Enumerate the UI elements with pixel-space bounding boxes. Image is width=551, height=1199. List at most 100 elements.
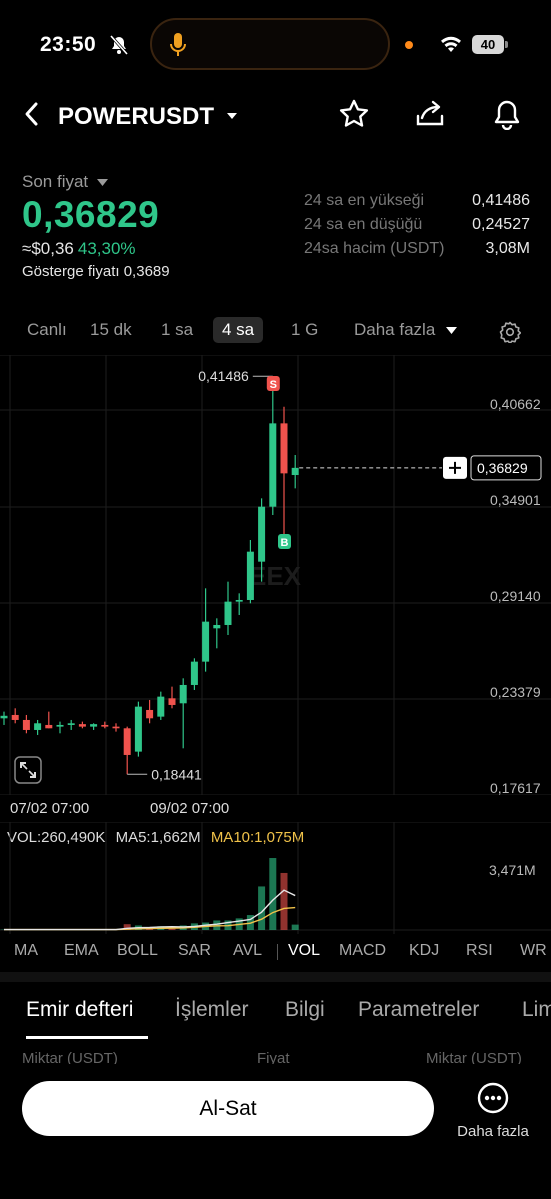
- candle: [146, 699, 154, 724]
- indicator-bar: MA EMA BOLL SAR AVL VOL MACD KDJ RSI WR: [0, 938, 551, 966]
- symbol-selector[interactable]: POWERUSDT: [58, 103, 214, 131]
- notification-bell-icon[interactable]: [492, 98, 522, 130]
- stat-value: 3,08M: [485, 240, 530, 257]
- candle: [112, 723, 120, 732]
- interval-more[interactable]: Daha fazla: [354, 320, 458, 340]
- back-arrow-icon[interactable]: [22, 100, 42, 128]
- y-tick-label: 0,23379: [490, 684, 541, 700]
- x-tick-label: 07/02 07:00: [10, 800, 90, 817]
- volume-max-label: 3,471M: [489, 862, 536, 878]
- candle-body: [146, 709, 154, 719]
- last-price-label: Son fiyat: [22, 172, 89, 191]
- indicator-sar[interactable]: SAR: [178, 942, 211, 960]
- indicator-kdj[interactable]: KDJ: [409, 942, 439, 960]
- interval-bar: Canlı 15 dk 1 sa 4 sa 1 G Daha fazla: [0, 317, 551, 348]
- more-button[interactable]: Daha fazla: [454, 1082, 532, 1140]
- trade-button[interactable]: Al-Sat: [22, 1081, 434, 1136]
- usd-price: ≈$0,36: [22, 239, 74, 258]
- candle-body: [202, 621, 210, 662]
- price-summary: Son fiyat 0,36829 ≈$0,36 43,30% Gösterge …: [22, 172, 170, 280]
- dynamic-island: [150, 18, 390, 70]
- volume-bar: [258, 886, 266, 930]
- candle-body: [269, 423, 277, 507]
- indicator-macd[interactable]: MACD: [339, 942, 386, 960]
- volume-chart: 3,471M: [0, 822, 551, 934]
- interval-1h[interactable]: 1 sa: [161, 320, 193, 340]
- stat-low: 24 sa en düşüğü 0,24527: [304, 216, 530, 240]
- indicator-rsi[interactable]: RSI: [466, 942, 493, 960]
- stat-label: 24 sa en düşüğü: [304, 216, 423, 233]
- stats-24h: 24 sa en yükseği 0,41486 24 sa en düşüğü 0…: [304, 192, 530, 264]
- high-price-label: 0,41486: [198, 368, 249, 384]
- candle-body: [224, 601, 232, 625]
- interval-15m[interactable]: 15 dk: [90, 320, 132, 340]
- candle-body: [45, 724, 53, 729]
- tab-order-book[interactable]: Emir defteri: [26, 998, 133, 1022]
- indicator-boll[interactable]: BOLL: [117, 942, 158, 960]
- candle-body: [90, 724, 98, 727]
- usd-price-row: ≈$0,36 43,30%: [22, 239, 170, 259]
- indicator-vol[interactable]: VOL: [288, 942, 320, 960]
- candle: [134, 701, 142, 757]
- index-price-value: 0,3689: [123, 263, 170, 280]
- candle-body: [291, 467, 299, 476]
- caret-down-icon[interactable]: [96, 179, 108, 187]
- last-price-selector[interactable]: Son fiyat: [22, 172, 170, 192]
- volume-bar: [168, 928, 176, 930]
- candle-body: [112, 726, 120, 729]
- caret-down-icon[interactable]: [226, 112, 238, 120]
- candle: [45, 711, 53, 729]
- candle: [280, 406, 288, 549]
- market-header: POWERUSDT: [0, 92, 551, 140]
- candle: [213, 618, 221, 649]
- buy-marker-label: B: [281, 537, 289, 549]
- last-price-tag-label: 0,36829: [477, 460, 528, 476]
- candle: [67, 719, 75, 730]
- interval-4h[interactable]: 4 sa: [213, 317, 264, 343]
- candle: [0, 711, 8, 725]
- index-price-row: Gösterge fiyatı 0,3689: [22, 263, 170, 280]
- stat-high: 24 sa en yükseği 0,41486: [304, 192, 530, 216]
- tab-parameters[interactable]: Parametreler: [358, 998, 479, 1022]
- indicator-wr[interactable]: WR: [520, 942, 547, 960]
- share-icon[interactable]: [414, 98, 446, 130]
- candle: [101, 721, 109, 729]
- detail-tabs: Emir defteri İşlemler Bilgi Parametreler…: [0, 994, 551, 1042]
- interval-live[interactable]: Canlı: [27, 320, 67, 340]
- candle-body: [0, 715, 8, 719]
- interval-1d[interactable]: 1 G: [291, 320, 318, 340]
- volume-bars: [0, 858, 299, 930]
- candle-body: [258, 506, 266, 562]
- candle-body: [11, 714, 19, 720]
- indicator-ema[interactable]: EMA: [64, 942, 99, 960]
- change-percent: 43,30%: [77, 239, 136, 258]
- candle-body: [157, 696, 165, 717]
- y-tick-label: 0,34901: [490, 492, 541, 508]
- more-options-icon[interactable]: [477, 1082, 509, 1114]
- chart-watermark: EEX: [249, 561, 302, 591]
- star-icon[interactable]: [338, 98, 370, 130]
- chart-settings-icon[interactable]: [499, 321, 521, 343]
- candle-body: [34, 723, 42, 730]
- tab-info[interactable]: Bilgi: [285, 998, 325, 1022]
- interval-more-label: Daha fazla: [354, 320, 436, 339]
- tab-limits[interactable]: Lim: [522, 998, 551, 1022]
- indicator-separator: [277, 944, 278, 960]
- candle-body: [134, 706, 142, 752]
- indicator-ma[interactable]: MA: [14, 942, 38, 960]
- fullscreen-icon[interactable]: [14, 756, 42, 784]
- volume-bar: [280, 872, 288, 930]
- last-price: 0,36829: [22, 194, 160, 235]
- candle: [190, 658, 198, 690]
- wifi-icon: [441, 36, 461, 52]
- volume-bar: [269, 858, 277, 930]
- candle: [202, 588, 210, 672]
- tab-trades[interactable]: İşlemler: [175, 998, 249, 1022]
- candlestick-chart[interactable]: EEX 0,406620,349010,291400,233790,17617 …: [0, 355, 551, 795]
- microphone-icon: [170, 33, 186, 56]
- stat-value: 0,24527: [472, 216, 530, 233]
- bottom-action-bar: Al-Sat Daha fazla: [0, 1064, 551, 1199]
- sell-marker-label: S: [270, 379, 277, 391]
- candle-body: [67, 723, 75, 725]
- indicator-avl[interactable]: AVL: [233, 942, 262, 960]
